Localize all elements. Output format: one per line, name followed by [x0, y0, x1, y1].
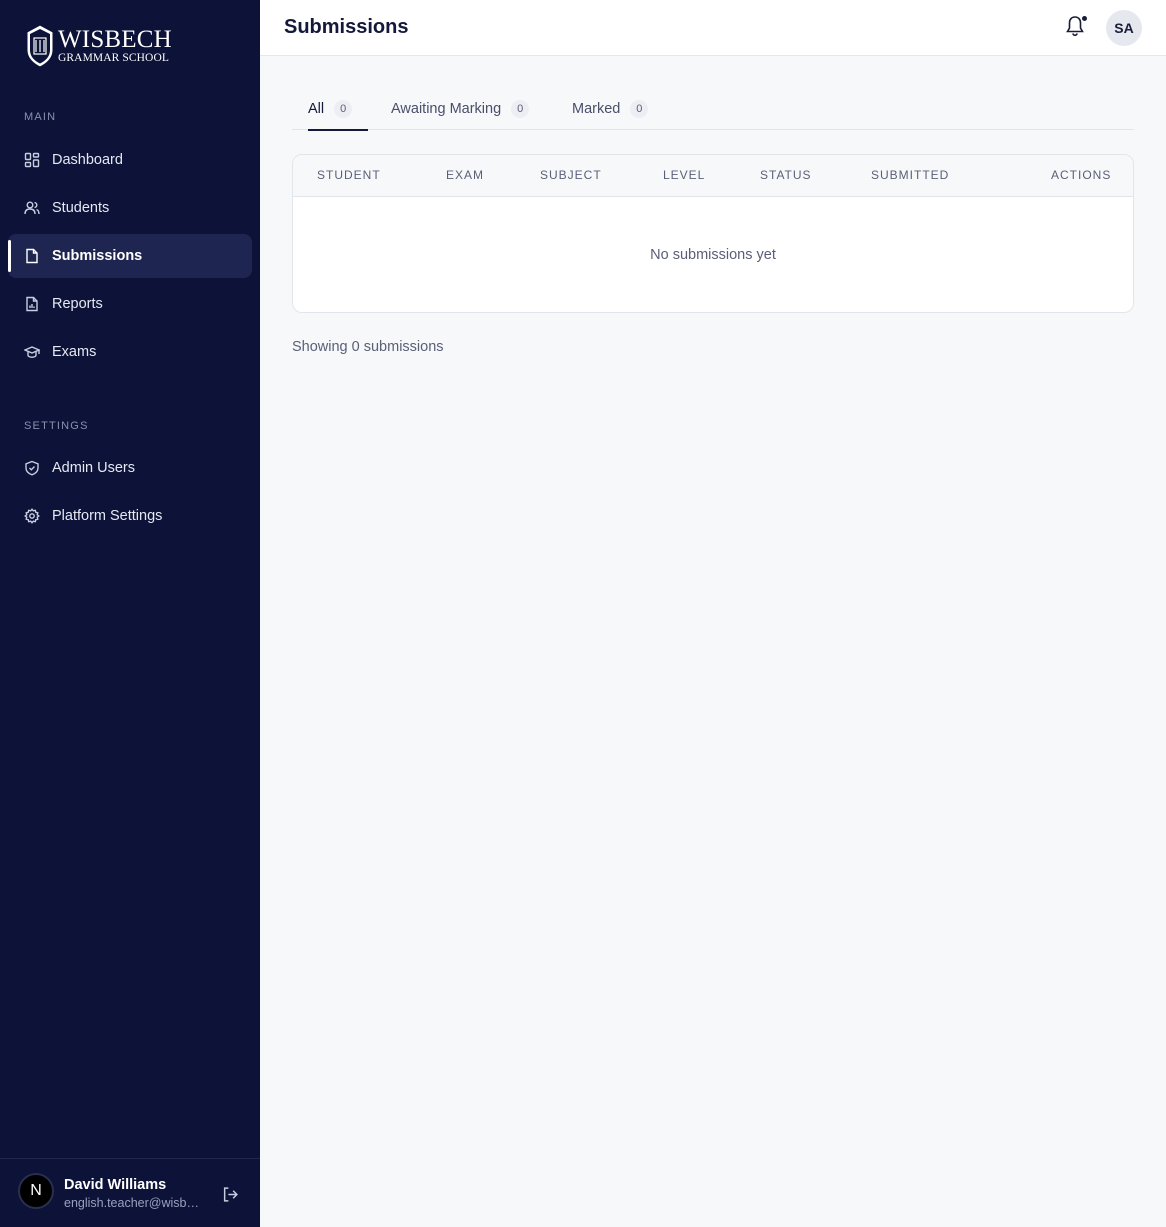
empty-state-message: No submissions yet [650, 247, 776, 263]
grid-icon [24, 152, 40, 168]
tab-all[interactable]: All 0 [292, 88, 369, 131]
tab-awaiting-marking[interactable]: Awaiting Marking 0 [375, 88, 545, 130]
notification-dot [1081, 15, 1088, 22]
sidebar-item-admin-users[interactable]: Admin Users [8, 446, 252, 490]
sidebar-item-dashboard[interactable]: Dashboard [8, 138, 252, 182]
column-header-actions: ACTIONS [1051, 168, 1112, 182]
column-header-submitted[interactable]: SUBMITTED [871, 168, 949, 182]
school-crest-icon [26, 24, 54, 68]
section-label-settings: SETTINGS [24, 420, 89, 432]
sidebar-item-label: Reports [52, 296, 103, 312]
sidebar-item-label: Submissions [52, 248, 143, 264]
brand-name-top: WISBECH [58, 26, 172, 54]
user-name: David Williams [64, 1177, 167, 1193]
sidebar-item-platform-settings[interactable]: Platform Settings [8, 494, 252, 538]
logout-icon [223, 1186, 238, 1202]
section-label-main: MAIN [24, 111, 57, 123]
graduation-cap-icon [24, 344, 40, 360]
brand-name-bottom: GRAMMAR SCHOOL [58, 52, 169, 65]
sidebar-item-reports[interactable]: Reports [8, 282, 252, 326]
logout-button[interactable] [220, 1184, 240, 1204]
tab-label: All [308, 101, 325, 117]
sidebar-item-label: Exams [52, 344, 97, 360]
submission-tabs: All 0 Awaiting Marking 0 Marked 0 [292, 88, 1134, 131]
results-count: Showing 0 submissions [292, 339, 444, 355]
tab-label: Awaiting Marking [391, 101, 502, 117]
tab-label: Marked [572, 101, 621, 117]
user-profile: N David Williams english.teacher@wisbech… [0, 1158, 260, 1227]
sidebar-item-label: Dashboard [52, 152, 123, 168]
column-header-student[interactable]: STUDENT [317, 168, 381, 182]
shield-check-icon [24, 460, 40, 476]
table-header-row: STUDENT EXAM SUBJECT LEVEL STATUS SUBMIT… [293, 155, 1133, 197]
column-header-exam[interactable]: EXAM [446, 168, 484, 182]
sidebar-item-students[interactable]: Students [8, 186, 252, 230]
submissions-table: STUDENT EXAM SUBJECT LEVEL STATUS SUBMIT… [292, 154, 1134, 313]
page-title: Submissions [284, 16, 409, 38]
column-header-level[interactable]: LEVEL [663, 168, 705, 182]
tab-count-badge: 0 [334, 100, 353, 118]
column-header-status[interactable]: STATUS [760, 168, 812, 182]
tab-count-badge: 0 [630, 100, 649, 118]
user-email: english.teacher@wisbech.org.uk [64, 1196, 204, 1210]
avatar[interactable]: N [18, 1173, 54, 1209]
sidebar-item-label: Students [52, 200, 110, 216]
report-icon [24, 296, 40, 312]
school-logo[interactable]: WISBECH GRAMMAR SCHOOL [24, 24, 172, 68]
column-header-subject[interactable]: SUBJECT [540, 168, 602, 182]
document-icon [24, 248, 40, 264]
header-avatar[interactable]: SA [1106, 10, 1142, 46]
tab-marked[interactable]: Marked 0 [556, 88, 664, 130]
users-icon [24, 200, 40, 216]
sidebar-item-label: Admin Users [52, 460, 135, 476]
sidebar-item-submissions[interactable]: Submissions [8, 234, 252, 278]
top-header: Submissions SA [260, 0, 1166, 56]
sidebar-item-label: Platform Settings [52, 508, 163, 524]
sidebar-item-exams[interactable]: Exams [8, 330, 252, 374]
gear-icon [24, 508, 40, 524]
notifications-button[interactable] [1064, 14, 1088, 40]
tab-count-badge: 0 [511, 100, 530, 118]
sidebar: WISBECH GRAMMAR SCHOOL MAIN Dashboard St… [0, 0, 260, 1227]
